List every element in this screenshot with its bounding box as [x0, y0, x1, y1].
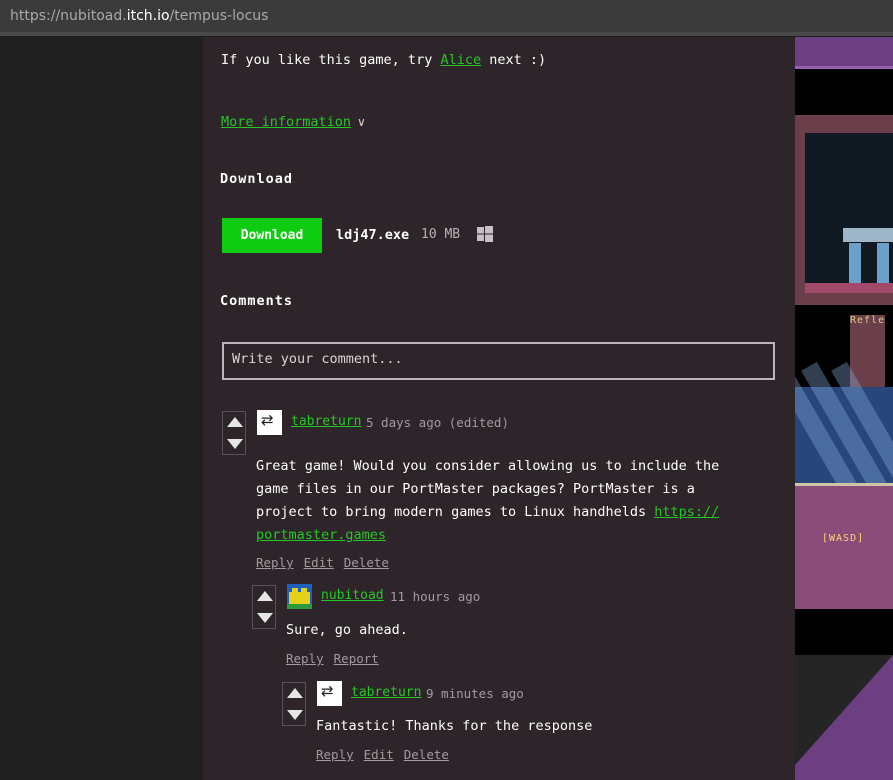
comment-timestamp: 9 minutes ago: [426, 686, 524, 701]
screenshot-scene: [805, 133, 893, 293]
comment-author-link[interactable]: tabreturn: [291, 414, 361, 429]
delete-link[interactable]: Delete: [404, 747, 449, 762]
downvote-icon[interactable]: [227, 439, 243, 449]
upvote-icon[interactable]: [257, 591, 273, 601]
download-heading: Download: [220, 171, 294, 187]
vote-control: [252, 585, 276, 629]
comment-timestamp: 11 hours ago: [390, 589, 481, 604]
avatar[interactable]: [317, 681, 342, 706]
delete-link[interactable]: Delete: [344, 555, 389, 570]
screenshot-thumbnail[interactable]: [WASD]: [795, 361, 893, 609]
more-information-link[interactable]: More information: [221, 114, 351, 130]
comments-heading: Comments: [220, 293, 294, 309]
url-text[interactable]: https://nubitoad.itch.io/tempus-locus: [10, 8, 268, 24]
avatar[interactable]: [287, 584, 312, 609]
more-information-toggle[interactable]: More information ∨: [221, 114, 366, 130]
windows-icon: [477, 226, 493, 242]
avatar[interactable]: [257, 410, 282, 435]
download-button[interactable]: Download: [222, 218, 322, 253]
comment-body: Sure, go ahead.: [286, 622, 408, 638]
browser-url-bar[interactable]: https://nubitoad.itch.io/tempus-locus: [0, 0, 893, 36]
reply-link[interactable]: Reply: [286, 651, 324, 666]
comment-actions: Reply Edit Delete: [316, 747, 459, 762]
reply-link[interactable]: Reply: [256, 555, 294, 570]
comment-actions: Reply Report: [286, 651, 389, 666]
upvote-icon[interactable]: [227, 417, 243, 427]
screenshot-thumbnail[interactable]: [795, 115, 893, 305]
download-file-size: 10 MB: [421, 227, 461, 242]
downvote-icon[interactable]: [287, 710, 303, 720]
edit-link[interactable]: Edit: [364, 747, 394, 762]
game-page-column: If you like this game, try Alice next :)…: [203, 37, 795, 780]
comment-input[interactable]: Write your comment...: [222, 342, 775, 380]
downvote-icon[interactable]: [257, 613, 273, 623]
edit-link[interactable]: Edit: [304, 555, 334, 570]
comment-author-link[interactable]: nubitoad: [321, 588, 384, 603]
portmaster-link-continued[interactable]: portmaster.games: [256, 527, 386, 543]
screenshot-thumbnail[interactable]: [795, 655, 893, 780]
alice-link[interactable]: Alice: [440, 52, 481, 68]
upvote-icon[interactable]: [287, 688, 303, 698]
comment-actions: Reply Edit Delete: [256, 555, 399, 570]
vote-control: [222, 411, 246, 455]
reply-link[interactable]: Reply: [316, 747, 354, 762]
vote-control: [282, 682, 306, 726]
comment-body: Fantastic! Thanks for the response: [316, 718, 593, 734]
screenshots-column: Refle [WASD]: [795, 37, 893, 780]
intro-line: If you like this game, try Alice next :): [221, 52, 547, 68]
comment-timestamp: 5 days ago (edited): [366, 415, 509, 430]
report-link[interactable]: Report: [334, 651, 379, 666]
chevron-down-icon: ∨: [357, 115, 366, 129]
left-background: [0, 37, 203, 780]
url-bar-divider: [0, 32, 893, 36]
screenshot-caption: [WASD]: [822, 533, 865, 544]
download-file-name: ldj47.exe: [336, 227, 410, 243]
comment-body: Great game! Would you consider allowing …: [256, 458, 720, 543]
comment-author-link[interactable]: tabreturn: [351, 685, 421, 700]
screenshot-thumbnail[interactable]: [795, 37, 893, 69]
portmaster-link[interactable]: https://: [654, 504, 719, 520]
